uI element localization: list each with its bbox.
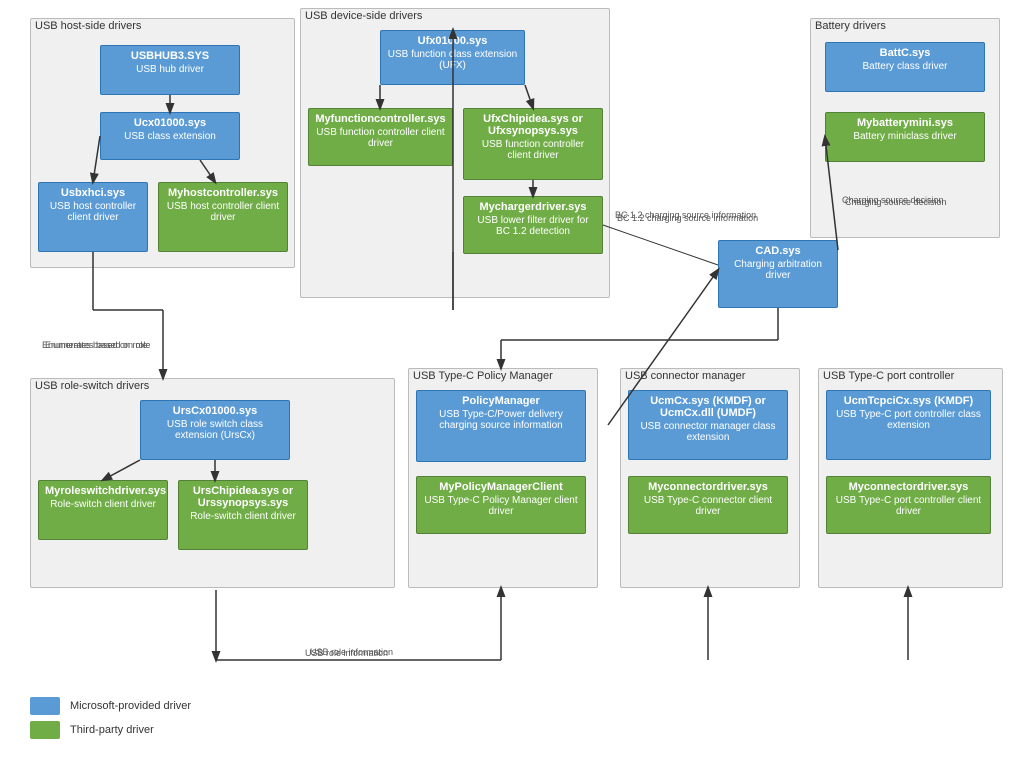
box-usbhub3: USBHUB3.SYS USB hub driver	[100, 45, 240, 95]
charging-decision-label: Charging source decision	[842, 195, 944, 205]
legend-microsoft-label: Microsoft-provided driver	[70, 700, 191, 712]
legend-thirdparty-label: Third-party driver	[70, 724, 154, 736]
box-myhostcontroller: Myhostcontroller.sys USB host controller…	[158, 182, 288, 252]
group-policy-label: USB Type-C Policy Manager	[413, 370, 553, 382]
box-myfunctioncontroller: Myfunctioncontroller.sys USB function co…	[308, 108, 453, 166]
group-port-label: USB Type-C port controller	[823, 370, 954, 382]
box-mybatterymini: Mybatterymini.sys Battery miniclass driv…	[825, 112, 985, 162]
role-info-label: USB role information	[305, 648, 388, 658]
box-ucmcx: UcmCx.sys (KMDF) or UcmCx.dll (UMDF) USB…	[628, 390, 788, 460]
group-battery-label: Battery drivers	[815, 20, 886, 32]
box-policymanager: PolicyManager USB Type-C/Power delivery …	[416, 390, 586, 462]
box-mypolicymanagerclient: MyPolicyManagerClient USB Type-C Policy …	[416, 476, 586, 534]
legend: Microsoft-provided driver Third-party dr…	[30, 697, 191, 745]
legend-microsoft-box	[30, 697, 60, 715]
group-device-label: USB device-side drivers	[305, 10, 422, 22]
group-connector-label: USB connector manager	[625, 370, 745, 382]
box-urschipidea: UrsChipidea.sys or Urssynopsys.sys Role-…	[178, 480, 308, 550]
box-ufx01000: Ufx01000.sys USB function class extensio…	[380, 30, 525, 85]
bc12-label: BC 1.2 charging source information	[617, 213, 758, 223]
enumerates-label: Enumerates based on role	[42, 340, 148, 350]
group-role-switch-label: USB role-switch drivers	[35, 380, 149, 392]
box-battc: BattC.sys Battery class driver	[825, 42, 985, 92]
box-myconnectordriver1: Myconnectordriver.sys USB Type-C connect…	[628, 476, 788, 534]
box-urscx01000: UrsCx01000.sys USB role switch class ext…	[140, 400, 290, 460]
box-mychargerdriver: Mychargerdriver.sys USB lower filter dri…	[463, 196, 603, 254]
legend-thirdparty-box	[30, 721, 60, 739]
box-ucx01000: Ucx01000.sys USB class extension	[100, 112, 240, 160]
legend-microsoft: Microsoft-provided driver	[30, 697, 191, 715]
diagram-container: USB host-side drivers USBHUB3.SYS USB hu…	[0, 0, 1016, 765]
box-myroleswitchdriver: Myroleswitchdriver.sys Role-switch clien…	[38, 480, 168, 540]
box-myconnectordriver2: Myconnectordriver.sys USB Type-C port co…	[826, 476, 991, 534]
box-cad: CAD.sys Charging arbitration driver	[718, 240, 838, 308]
box-ucmtcpcicx: UcmTcpciCx.sys (KMDF) USB Type-C port co…	[826, 390, 991, 460]
box-usbxhci: Usbxhci.sys USB host controller client d…	[38, 182, 148, 252]
box-ufxchipidea: UfxChipidea.sys or Ufxsynopsys.sys USB f…	[463, 108, 603, 180]
group-host-label: USB host-side drivers	[35, 20, 141, 32]
legend-thirdparty: Third-party driver	[30, 721, 191, 739]
